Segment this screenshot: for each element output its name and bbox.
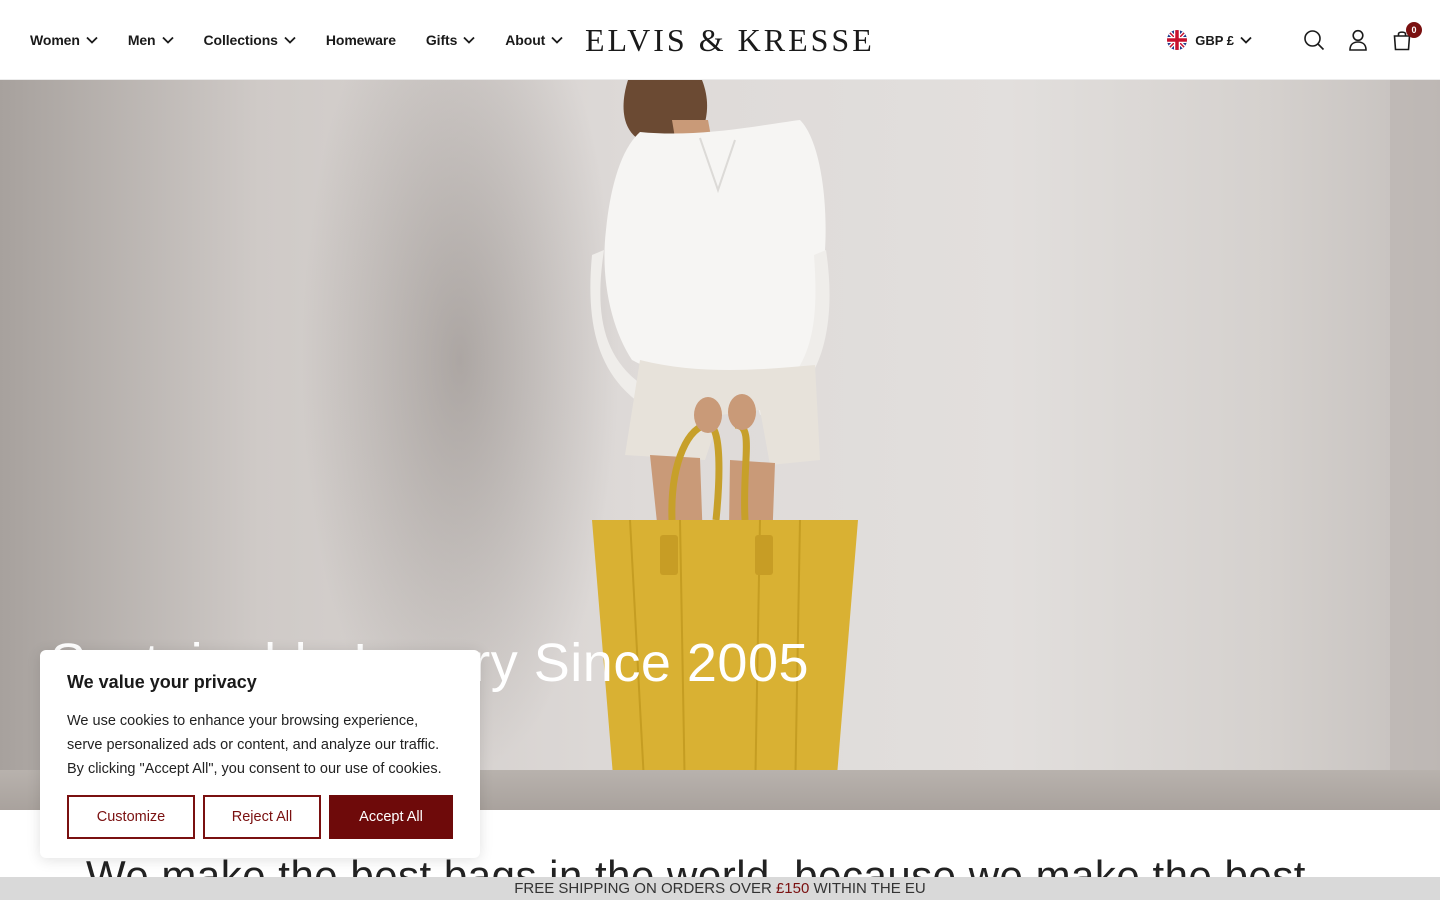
shipping-threshold: £150: [775, 880, 810, 897]
search-icon[interactable]: [1302, 28, 1326, 52]
reject-all-button[interactable]: Reject All: [203, 795, 321, 839]
uk-flag-icon: [1167, 30, 1188, 50]
nav-item-homeware[interactable]: Homeware: [326, 32, 396, 48]
chevron-down-icon: [86, 36, 98, 44]
nav-item-label: Women: [30, 32, 80, 48]
nav-item-label: About: [505, 32, 546, 48]
cookie-consent-dialog: We value your privacy We use cookies to …: [40, 650, 480, 858]
cookie-buttons: Customize Reject All Accept All: [67, 795, 453, 839]
customize-button[interactable]: Customize: [67, 795, 195, 839]
nav-item-label: Collections: [203, 32, 278, 48]
nav-item-label: Gifts: [425, 32, 458, 48]
chevron-down-icon: [551, 36, 563, 44]
chevron-down-icon: [1240, 36, 1252, 44]
header-tools: GBP £ 0: [1167, 0, 1422, 80]
nav-item-label: Men: [127, 32, 156, 48]
chevron-down-icon: [284, 36, 296, 44]
nav-item-collections[interactable]: Collections: [204, 32, 296, 48]
nav-item-men[interactable]: Men: [128, 32, 174, 48]
cart-count-badge: 0: [1406, 22, 1422, 38]
chevron-down-icon: [463, 36, 475, 44]
cookie-body: We use cookies to enhance your browsing …: [67, 713, 442, 777]
currency-selector[interactable]: GBP £: [1167, 30, 1252, 50]
cart-icon[interactable]: 0: [1390, 22, 1422, 52]
account-icon[interactable]: [1346, 28, 1370, 52]
nav-item-gifts[interactable]: Gifts: [426, 32, 475, 48]
nav-item-women[interactable]: Women: [30, 32, 98, 48]
chevron-down-icon: [161, 36, 174, 44]
shipping-prefix: FREE SHIPPING ON ORDERS OVER: [514, 880, 776, 897]
accept-all-button[interactable]: Accept All: [329, 795, 453, 839]
brand-logo[interactable]: ELVIS & KRESSE: [585, 22, 872, 59]
free-shipping-bar: FREE SHIPPING ON ORDERS OVER £150 WITHIN…: [0, 877, 1440, 900]
site-header: Women Men Collections Homeware Gifts Abo…: [0, 0, 1440, 80]
main-nav: Women Men Collections Homeware Gifts Abo…: [30, 0, 593, 80]
shipping-suffix: WITHIN THE EU: [809, 880, 926, 897]
currency-label: GBP £: [1195, 32, 1234, 48]
nav-item-about[interactable]: About: [505, 32, 563, 48]
nav-item-label: Homeware: [325, 32, 396, 48]
cookie-title: We value your privacy: [67, 672, 257, 692]
